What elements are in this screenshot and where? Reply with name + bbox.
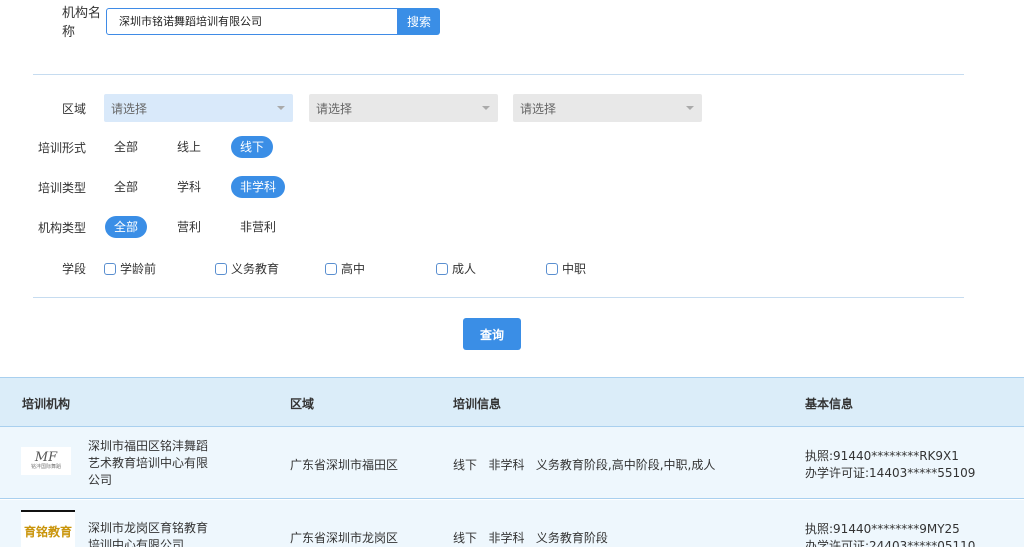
org-logo-text: 铭沣国际舞蹈 [30,463,61,470]
city-select[interactable]: 请选择 [309,94,498,122]
org-permit: 办学许可证:24403*****05110 [805,539,976,547]
province-select[interactable]: 请选择 [104,94,293,122]
stage-checkbox-vocational[interactable]: 中职 [546,260,586,277]
org-basic-info: 执照:91440********9MY25 办学许可证:24403*****05… [805,521,975,547]
org-name-line: 深圳市福田区铭沣舞蹈 [88,439,209,453]
chevron-down-icon [482,106,490,110]
checkbox-icon[interactable] [215,262,227,275]
training-type-option-subject[interactable]: 学科 [168,176,210,198]
org-name-input[interactable] [106,7,398,35]
org-training-info: 线下 非学科 义务教育阶段,高中阶段,中职,成人 [453,458,716,472]
org-permit: 办学许可证:14403*****55109 [805,466,976,480]
table-row[interactable]: MF 铭沣国际舞蹈 深圳市福田区铭沣舞蹈 艺术教育培训中心有限 公司 广东省深圳… [0,427,1024,499]
checkbox-icon[interactable] [104,262,116,275]
stage-checkbox-label: 学龄前 [120,262,157,276]
stage-checkbox-high-school[interactable]: 高中 [325,260,365,277]
org-logo: 育铭教育 [21,510,75,547]
org-name-line: 培训中心有限公司 [88,538,185,547]
org-logo-text: 育铭教育 [23,524,72,539]
checkbox-icon[interactable] [546,262,558,275]
table-row[interactable]: 育铭教育 深圳市龙岗区育铭教育 培训中心有限公司 广东省深圳市龙岗区 线下 非学… [0,500,1024,547]
org-region: 广东省深圳市福田区 [290,458,399,472]
org-training-info: 线下 非学科 义务教育阶段 [453,531,608,545]
org-logo-mark: MF [34,449,58,465]
region-label: 区域 [61,102,86,116]
org-basic-info: 执照:91440********RK9X1 办学许可证:14403*****55… [805,448,975,482]
col-header-org: 培训机构 [22,397,71,411]
org-name[interactable]: 深圳市龙岗区育铭教育 培训中心有限公司 [88,520,238,547]
training-form-label: 培训形式 [37,141,86,155]
city-select-value: 请选择 [316,101,353,116]
checkbox-icon[interactable] [436,262,448,275]
training-type-option-all[interactable]: 全部 [105,176,147,198]
query-button[interactable]: 查询 [463,318,521,350]
district-select-value: 请选择 [520,101,557,116]
stage-checkbox-label: 义务教育 [231,262,280,276]
training-form-option-online[interactable]: 线上 [168,136,210,158]
training-form-option-offline[interactable]: 线下 [231,136,274,158]
stage-checkbox-compulsory[interactable]: 义务教育 [215,260,279,277]
district-select[interactable]: 请选择 [513,94,702,122]
col-header-region: 区域 [290,397,315,411]
search-button[interactable]: 搜索 [398,7,440,35]
org-type-option-all[interactable]: 全部 [105,216,148,238]
stage-checkbox-label: 成人 [452,262,477,276]
divider-top [33,74,964,75]
search-row: 机构名称 搜索 [62,2,440,40]
col-header-basic-info: 基本信息 [805,397,854,411]
stage-checkbox-preschool[interactable]: 学龄前 [104,260,156,277]
org-license: 执照:91440********RK9X1 [805,449,959,463]
org-name-line: 深圳市龙岗区育铭教育 [88,521,209,535]
org-type-option-nonprofit[interactable]: 非营利 [231,216,285,238]
training-type-label: 培训类型 [37,181,86,195]
org-name[interactable]: 深圳市福田区铭沣舞蹈 艺术教育培训中心有限 公司 [88,438,238,489]
chevron-down-icon [686,106,694,110]
stage-checkbox-adult[interactable]: 成人 [436,260,476,277]
col-header-training-info: 培训信息 [453,397,502,411]
org-license: 执照:91440********9MY25 [805,522,960,536]
training-form-option-all[interactable]: 全部 [105,136,147,158]
chevron-down-icon [277,106,285,110]
stage-checkbox-label: 高中 [341,262,366,276]
org-type-label: 机构类型 [37,221,86,235]
training-type-option-non-subject[interactable]: 非学科 [231,176,286,198]
results-table-header: 培训机构 区域 培训信息 基本信息 [0,377,1024,427]
org-name-line: 公司 [88,473,113,487]
org-name-label: 机构名称 [62,6,102,40]
stage-label: 学段 [61,262,86,276]
org-type-option-profit[interactable]: 营利 [168,216,210,238]
province-select-value: 请选择 [111,101,148,116]
org-name-line: 艺术教育培训中心有限 [88,456,209,470]
divider-bottom [33,297,964,298]
org-logo: MF 铭沣国际舞蹈 [21,447,71,475]
checkbox-icon[interactable] [325,262,337,275]
stage-checkbox-label: 中职 [562,262,587,276]
org-region: 广东省深圳市龙岗区 [290,531,399,545]
